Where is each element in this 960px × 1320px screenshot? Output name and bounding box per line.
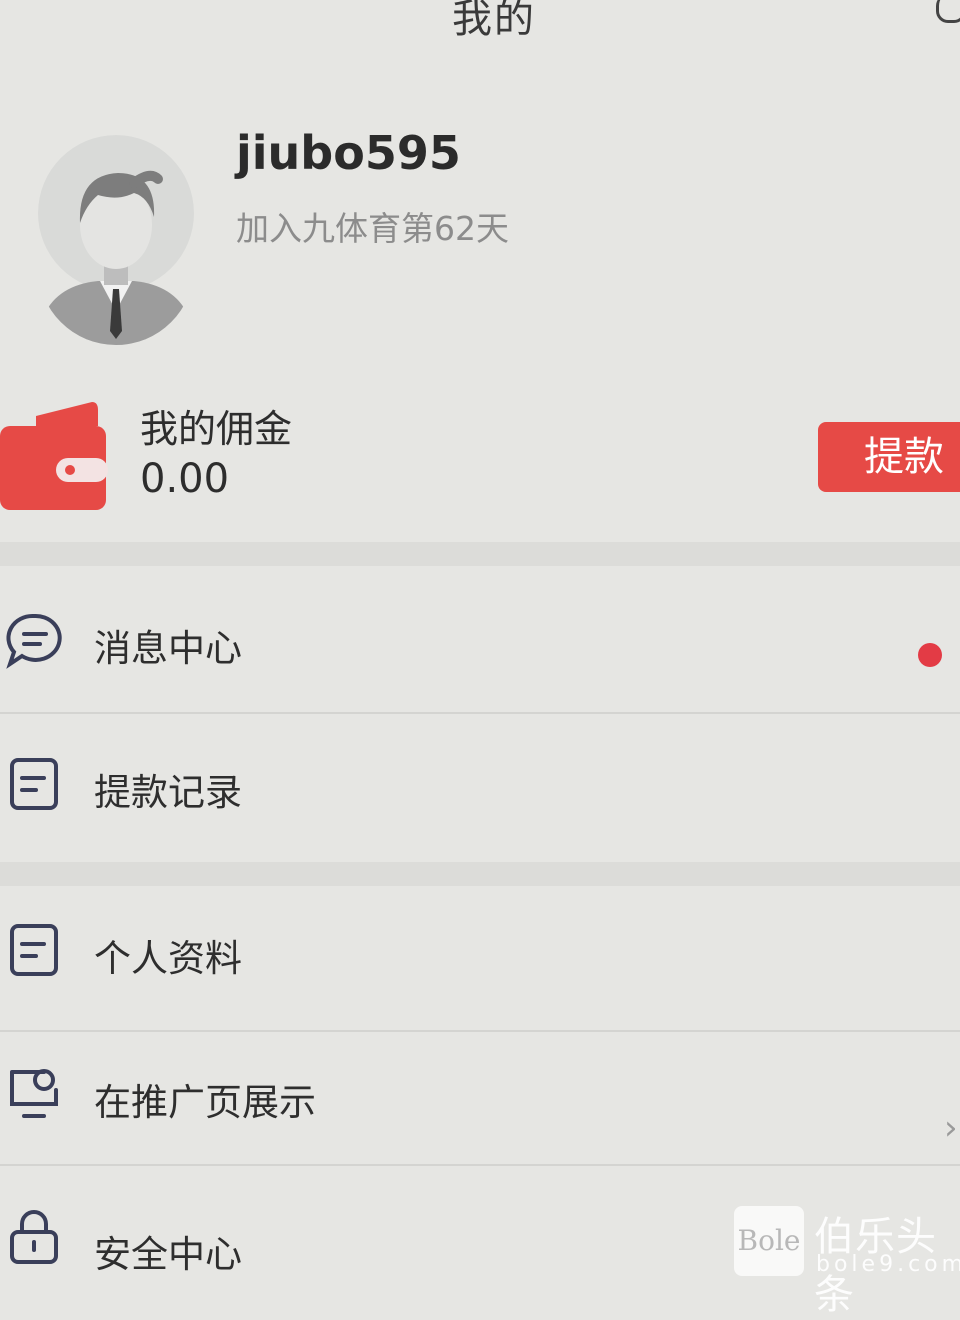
user-avatar-icon — [38, 135, 194, 345]
section-divider — [0, 542, 960, 566]
commission-label: 我的佣金 — [140, 407, 293, 451]
divider — [0, 1164, 960, 1166]
top-bar: 我的 — [0, 0, 960, 60]
menu-item-label: 消息中心 — [94, 627, 242, 670]
join-days-text: 加入九体育第62天 — [236, 209, 509, 248]
menu-item-label: 安全中心 — [94, 1233, 242, 1276]
profile-header[interactable]: jiubo595 加入九体育第62天 — [0, 110, 960, 360]
menu-item-promo-display[interactable]: 在推广页展示 — [0, 1034, 960, 1154]
watermark-logo: Bole — [734, 1206, 804, 1276]
watermark-url: bole9.com — [816, 1252, 960, 1277]
headset-icon[interactable] — [936, 0, 960, 23]
unread-badge — [918, 643, 942, 667]
chat-bubble-icon — [6, 613, 62, 669]
commission-amount: 0.00 — [140, 456, 230, 502]
document-icon — [10, 924, 58, 976]
section-divider — [0, 862, 960, 886]
menu-item-label: 在推广页展示 — [94, 1081, 316, 1124]
username: jiubo595 — [236, 126, 461, 180]
menu-item-message-center[interactable]: 消息中心 — [0, 580, 960, 700]
wallet-icon — [0, 396, 108, 512]
menu-item-label: 提款记录 — [94, 771, 242, 814]
watermark: Bole 伯乐头条 bole9.com — [734, 1204, 960, 1318]
menu-item-label: 个人资料 — [94, 937, 242, 980]
chevron-right-icon: › — [944, 1108, 958, 1148]
page-title: 我的 — [452, 0, 536, 42]
menu-item-personal-info[interactable]: 个人资料 — [0, 888, 960, 1008]
commission-row: 我的佣金 0.00 提款 — [0, 388, 960, 538]
avatar[interactable] — [38, 135, 194, 345]
lock-icon — [10, 1210, 58, 1264]
display-icon — [10, 1069, 58, 1118]
divider — [0, 1030, 960, 1032]
menu-item-withdraw-records[interactable]: 提款记录 — [0, 722, 960, 842]
withdraw-button[interactable]: 提款 — [818, 422, 960, 492]
document-icon — [10, 758, 58, 810]
profile-page: 我的 jiubo595 加入九体育第62天 我的佣金 0.00 提款 消息中心 … — [0, 0, 960, 1318]
divider — [0, 712, 960, 714]
